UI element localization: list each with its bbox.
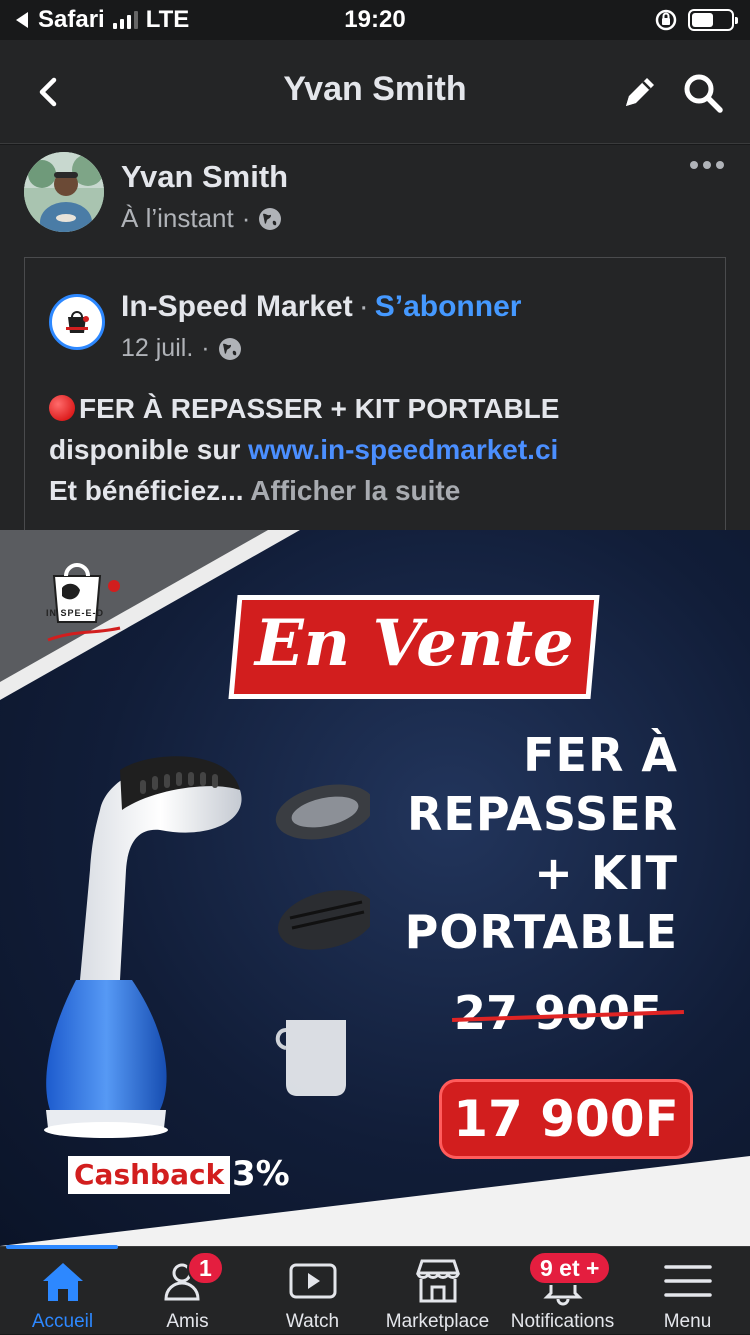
steam-iron-product-image bbox=[44, 756, 370, 1138]
tab-notifications[interactable]: 9 et + Notifications bbox=[500, 1247, 625, 1335]
follow-button[interactable]: S’abonner bbox=[375, 290, 522, 323]
page-name[interactable]: In-Speed Market bbox=[121, 290, 353, 323]
website-link[interactable]: www.in-speedmarket.ci bbox=[248, 434, 558, 465]
new-price-badge: 17 900F bbox=[442, 1082, 690, 1156]
more-options-icon[interactable] bbox=[690, 161, 724, 169]
tab-label: Watch bbox=[285, 1311, 340, 1332]
ad-headline: FER À REPASSER + KIT PORTABLE bbox=[405, 726, 678, 962]
globe-icon bbox=[218, 337, 241, 360]
ad-logo-text: IN SPE-E-D bbox=[46, 608, 105, 618]
meta-dot: · bbox=[241, 203, 251, 233]
feed-post: Yvan Smith À l’instant · In-Speed Market… bbox=[0, 145, 750, 557]
friends-badge: 1 bbox=[187, 1251, 224, 1285]
in-speed-logo-icon bbox=[47, 563, 121, 642]
headline-line-2: REPASSER bbox=[407, 787, 678, 841]
active-tab-indicator bbox=[6, 1245, 118, 1249]
shared-meta: 12 juil. · bbox=[121, 334, 242, 363]
new-price: 17 900F bbox=[453, 1090, 679, 1148]
sale-banner: En Vente bbox=[233, 600, 595, 694]
headline-line-1: FER À bbox=[523, 728, 678, 782]
pencil-icon[interactable] bbox=[620, 72, 660, 112]
post-line-3-text: Et bénéficiez... bbox=[49, 475, 244, 506]
see-more-link[interactable]: Afficher la suite bbox=[250, 475, 460, 506]
avatar-image bbox=[24, 152, 104, 232]
post-text-line-3: Et bénéficiez... Afficher la suite bbox=[49, 470, 709, 511]
ad-corner-inner bbox=[0, 530, 268, 682]
post-text: FER À REPASSER + KIT PORTABLE disponible… bbox=[49, 388, 709, 511]
headline-line-4: PORTABLE bbox=[404, 905, 678, 959]
bottom-tab-bar: Accueil 1 Amis Watch Marketplace 9 et + … bbox=[0, 1245, 750, 1335]
post-text-line-2: disponible sur www.in-speedmarket.ci bbox=[49, 429, 709, 470]
in-speed-logo-icon bbox=[57, 302, 97, 342]
tab-amis[interactable]: 1 Amis bbox=[125, 1247, 250, 1335]
shared-page-line: In-Speed Market · S’abonner bbox=[121, 290, 521, 324]
battery-icon bbox=[688, 9, 738, 31]
ad-bottom-decoration bbox=[0, 1156, 750, 1246]
post-timestamp: À l’instant bbox=[121, 203, 234, 233]
page-avatar[interactable] bbox=[49, 294, 105, 350]
globe-icon bbox=[259, 207, 282, 230]
watch-icon bbox=[289, 1263, 336, 1299]
headline-line-3: + KIT bbox=[534, 846, 678, 900]
shared-post[interactable]: In-Speed Market · S’abonner 12 juil. · FER… bbox=[24, 257, 726, 557]
status-time: 19:20 bbox=[344, 6, 406, 33]
tab-menu[interactable]: Menu bbox=[625, 1247, 750, 1335]
tab-watch[interactable]: Watch bbox=[250, 1247, 375, 1335]
shared-meta-dot: · bbox=[201, 334, 210, 362]
marketplace-icon bbox=[415, 1259, 460, 1303]
post-line-1-text: FER À REPASSER + KIT PORTABLE bbox=[79, 393, 560, 424]
status-bar: Safari LTE 19:20 bbox=[0, 0, 750, 40]
post-meta: À l’instant · bbox=[121, 203, 282, 234]
tab-marketplace[interactable]: Marketplace bbox=[375, 1247, 500, 1335]
tab-label: Amis bbox=[166, 1311, 209, 1332]
sale-banner-text: En Vente bbox=[254, 606, 574, 681]
page-separator: · bbox=[358, 290, 369, 323]
author-avatar[interactable] bbox=[24, 152, 104, 232]
rotation-lock-icon bbox=[655, 9, 677, 31]
tab-accueil[interactable]: Accueil bbox=[0, 1245, 125, 1335]
tab-label: Menu bbox=[663, 1311, 712, 1332]
post-text-line-1: FER À REPASSER + KIT PORTABLE bbox=[49, 388, 709, 429]
tab-label: Notifications bbox=[510, 1311, 615, 1332]
post-line-2-text: disponible sur bbox=[49, 434, 249, 465]
status-right bbox=[654, 8, 738, 32]
red-circle-emoji-icon bbox=[49, 395, 75, 421]
shared-date: 12 juil. bbox=[121, 334, 194, 362]
post-author[interactable]: Yvan Smith bbox=[121, 159, 288, 195]
search-icon[interactable] bbox=[682, 72, 724, 114]
notifications-badge: 9 et + bbox=[528, 1251, 612, 1285]
home-icon bbox=[42, 1263, 83, 1301]
post-image[interactable]: IN SPE-E-D En Vente FER À REPASSER + KIT… bbox=[0, 530, 750, 1246]
top-navigation: Yvan Smith bbox=[0, 40, 750, 144]
tab-label: Marketplace bbox=[385, 1311, 490, 1332]
menu-icon bbox=[663, 1265, 712, 1297]
